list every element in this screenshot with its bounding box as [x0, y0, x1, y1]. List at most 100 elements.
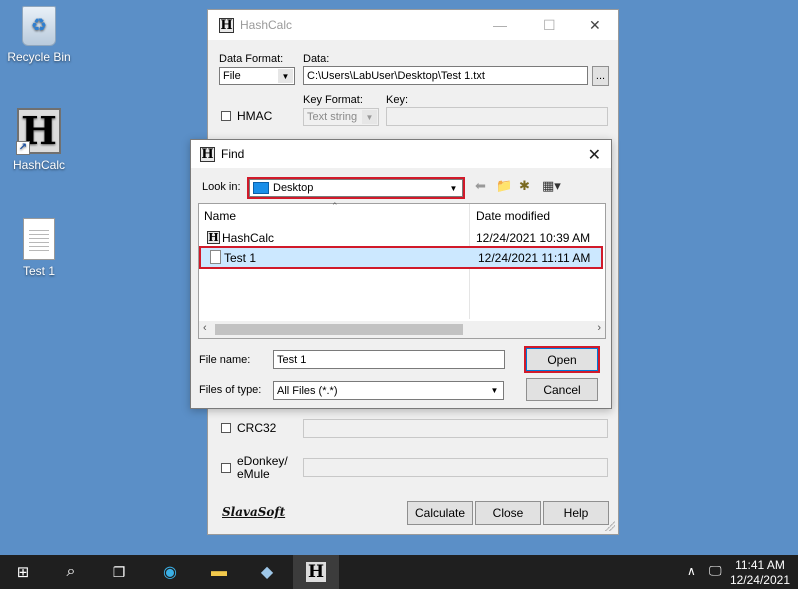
- desktop-icon-label: Test 1: [22, 264, 55, 278]
- slavasoft-logo: SlavaSoft: [222, 505, 286, 519]
- key-label: Key:: [386, 94, 409, 106]
- text-document-icon: [210, 250, 221, 264]
- crc32-result: [303, 419, 608, 438]
- task-view-icon: ❐: [112, 563, 126, 580]
- hmac-label: HMAC: [237, 109, 273, 123]
- file-list[interactable]: ⌃ Name Date modified H HashCalc 12/24/20…: [198, 201, 606, 339]
- edonkey-label-line1: eDonkey/: [237, 454, 288, 468]
- search-icon: ⌕: [66, 563, 76, 580]
- system-clock[interactable]: 11:41 AM 12/24/2021: [730, 558, 790, 588]
- up-folder-icon[interactable]: 📁: [496, 178, 512, 194]
- hashcalc-titlebar[interactable]: H HashCalc — ☐ ✕: [208, 10, 618, 40]
- crc32-checkbox[interactable]: [221, 423, 231, 433]
- edge-browser-icon: ◉: [163, 564, 177, 581]
- desktop-icon-label: HashCalc: [12, 158, 66, 172]
- file-date: 12/24/2021 10:39 AM: [476, 231, 591, 245]
- edonkey-checkbox[interactable]: [221, 463, 231, 473]
- file-name: Test 1: [224, 251, 257, 265]
- calculate-button[interactable]: Calculate: [407, 501, 473, 525]
- file-name-input[interactable]: Test 1: [273, 350, 505, 369]
- scroll-right-icon[interactable]: ›: [597, 322, 601, 334]
- key-format-select[interactable]: Text string ▼: [303, 108, 379, 126]
- server-manager-icon: ◆: [260, 564, 274, 581]
- find-title-icon: H: [200, 146, 215, 162]
- hashcalc-app-icon: H ↗: [16, 108, 61, 155]
- key-format-label: Key Format:: [303, 94, 363, 106]
- help-button[interactable]: Help: [543, 501, 609, 525]
- sort-ascending-icon: ⌃: [331, 201, 339, 211]
- cancel-button[interactable]: Cancel: [526, 378, 598, 401]
- back-arrow-icon[interactable]: ⬅: [475, 178, 486, 194]
- data-format-select[interactable]: File ▼: [219, 67, 295, 85]
- edonkey-label: eDonkey/ eMule: [237, 455, 288, 481]
- chevron-up-icon[interactable]: ∧: [687, 564, 696, 578]
- column-header-name[interactable]: Name: [204, 209, 236, 223]
- edonkey-label-line2: eMule: [237, 467, 270, 481]
- resize-grip-icon[interactable]: [605, 521, 615, 531]
- desktop-icon-test1[interactable]: Test 1: [0, 218, 78, 278]
- chevron-down-icon: ▼: [278, 69, 293, 83]
- start-button[interactable]: ⊞: [0, 555, 46, 589]
- clock-date: 12/24/2021: [729, 573, 790, 587]
- dialog-title: Find: [221, 147, 245, 161]
- server-manager-button[interactable]: ◆: [244, 555, 290, 589]
- close-icon[interactable]: ✕: [588, 145, 601, 165]
- key-format-value: Text string: [307, 111, 358, 123]
- taskbar: ⊞ ⌕ ❐ ◉ ▬ ◆ H ∧ 🖵 11:41 AM 12/24/2021: [0, 555, 798, 589]
- network-icon[interactable]: 🖵: [709, 563, 722, 579]
- data-input-value: C:\Users\LabUser\Desktop\Test 1.txt: [307, 69, 485, 82]
- look-in-label: Look in:: [202, 181, 241, 193]
- text-document-icon: [23, 218, 55, 260]
- browse-button[interactable]: ...: [592, 66, 609, 86]
- file-explorer-button[interactable]: ▬: [196, 555, 242, 589]
- find-titlebar[interactable]: H Find ✕: [191, 140, 611, 168]
- list-item-selected[interactable]: Test 1 12/24/2021 11:11 AM: [199, 246, 603, 269]
- files-of-type-select[interactable]: All Files (*.*) ▼: [273, 381, 504, 400]
- key-input[interactable]: [386, 107, 608, 126]
- data-format-label: Data Format:: [219, 53, 284, 65]
- horizontal-scrollbar[interactable]: ‹ ›: [199, 321, 605, 338]
- file-name: HashCalc: [222, 231, 275, 245]
- windows-logo-icon: ⊞: [16, 564, 30, 581]
- hashcalc-app-icon: H: [306, 562, 326, 582]
- data-label: Data:: [303, 53, 330, 65]
- desktop-icon-hashcalc[interactable]: H ↗ HashCalc: [0, 108, 78, 172]
- files-of-type-value: All Files (*.*): [277, 384, 338, 397]
- task-view-button[interactable]: ❐: [96, 555, 142, 589]
- data-input[interactable]: C:\Users\LabUser\Desktop\Test 1.txt: [303, 66, 588, 85]
- find-dialog: H Find ✕ Look in: Desktop ▼ ⬅ 📁 ✱ ▦▾ ⌃ N…: [190, 139, 612, 409]
- scroll-left-icon[interactable]: ‹: [203, 322, 207, 334]
- look-in-value: Desktop: [273, 182, 314, 194]
- open-button[interactable]: Open: [524, 346, 600, 373]
- file-date: 12/24/2021 11:11 AM: [478, 251, 591, 265]
- hashcalc-taskbar-button[interactable]: H: [293, 555, 339, 589]
- column-header-date[interactable]: Date modified: [476, 209, 550, 223]
- chevron-down-icon: ▼: [487, 383, 502, 398]
- minimize-icon[interactable]: —: [493, 17, 507, 33]
- edonkey-result: [303, 458, 608, 477]
- shortcut-arrow-icon: ↗: [16, 141, 30, 155]
- edge-button[interactable]: ◉: [147, 555, 193, 589]
- scrollbar-thumb[interactable]: [215, 324, 463, 335]
- file-name-value: Test 1: [277, 353, 307, 366]
- folder-icon: ▬: [211, 563, 227, 580]
- desktop-folder-icon: [253, 182, 269, 194]
- hashcalc-file-icon: H: [207, 231, 220, 244]
- look-in-select[interactable]: Desktop ▼: [247, 177, 465, 199]
- hashcalc-title-icon: H: [219, 17, 234, 33]
- desktop-icon-recycle-bin[interactable]: Recycle Bin: [0, 6, 78, 64]
- close-icon[interactable]: ✕: [589, 17, 601, 34]
- clock-time: 11:41 AM: [735, 558, 785, 572]
- close-button[interactable]: Close: [475, 501, 541, 525]
- list-item[interactable]: H HashCalc 12/24/2021 10:39 AM: [199, 228, 595, 247]
- file-name-label: File name:: [199, 354, 251, 366]
- chevron-down-icon: ▼: [446, 181, 461, 195]
- view-menu-icon[interactable]: ▦▾: [542, 178, 561, 194]
- search-button[interactable]: ⌕: [48, 555, 94, 589]
- recycle-bin-icon: [22, 6, 56, 46]
- chevron-down-icon: ▼: [362, 110, 377, 124]
- hmac-checkbox[interactable]: [221, 111, 231, 121]
- desktop-icon-label: Recycle Bin: [7, 50, 71, 64]
- new-folder-icon[interactable]: ✱: [519, 178, 530, 194]
- maximize-icon[interactable]: ☐: [543, 17, 556, 34]
